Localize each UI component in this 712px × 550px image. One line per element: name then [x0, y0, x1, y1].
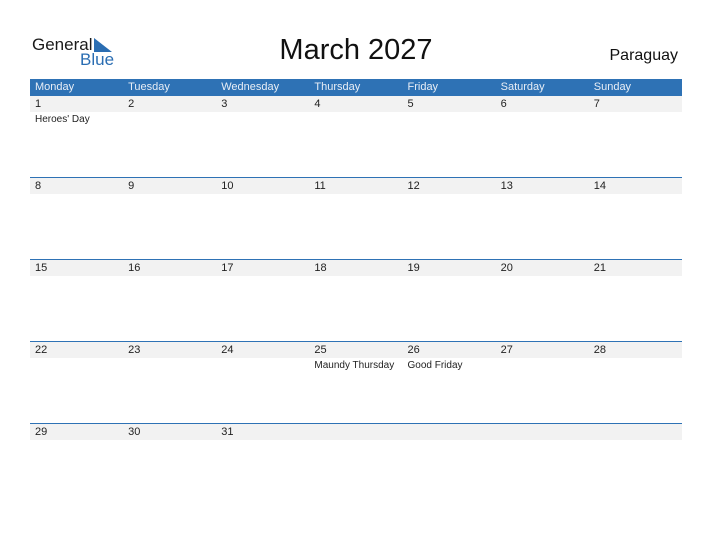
holiday-label: [30, 440, 123, 441]
day-number[interactable]: 28: [589, 342, 682, 358]
holiday-label: [309, 440, 402, 441]
day-number[interactable]: [496, 424, 589, 440]
events-row: [30, 440, 682, 441]
weekday-saturday: Saturday: [500, 81, 545, 93]
holiday-label: Good Friday: [407, 360, 463, 371]
day-number[interactable]: 3: [216, 96, 309, 112]
day-number[interactable]: [309, 424, 402, 440]
date-strip: 8 9 10 11 12 13 14: [30, 178, 682, 194]
week-row: 1 2 3 4 5 6 7 Heroes' Day: [30, 96, 682, 177]
holiday-label: [403, 112, 496, 127]
day-number[interactable]: 31: [216, 424, 309, 440]
holiday-label: [589, 358, 682, 373]
holiday-label: [216, 112, 309, 127]
calendar-page: General Blue March 2027 Paraguay Monday T…: [0, 0, 712, 550]
weekday-tuesday: Tuesday: [128, 81, 170, 93]
week-row: 22 23 24 25 26 27 28 Maundy Thursday Good Friday: [30, 341, 682, 423]
day-number[interactable]: 16: [123, 260, 216, 276]
holiday-label: [216, 276, 309, 277]
events-row: Heroes' Day: [30, 112, 682, 127]
weekday-monday: Monday: [35, 81, 75, 93]
week-row: 15 16 17 18 19 20 21: [30, 259, 682, 341]
holiday-label: [403, 194, 496, 195]
day-number[interactable]: 26: [403, 342, 496, 358]
holiday-label: [403, 440, 496, 441]
day-number[interactable]: 24: [216, 342, 309, 358]
holiday-label: [123, 194, 216, 195]
weekday-friday: Friday: [407, 81, 439, 93]
day-number[interactable]: 29: [30, 424, 123, 440]
date-strip: 22 23 24 25 26 27 28: [30, 342, 682, 358]
holiday-label: [30, 276, 123, 277]
week-row: 8 9 10 11 12 13 14: [30, 177, 682, 259]
holiday-label: [123, 276, 216, 277]
day-number[interactable]: 13: [496, 178, 589, 194]
day-number[interactable]: 23: [123, 342, 216, 358]
day-number[interactable]: 10: [216, 178, 309, 194]
day-number[interactable]: 5: [403, 96, 496, 112]
day-number[interactable]: 17: [216, 260, 309, 276]
day-number[interactable]: 1: [30, 96, 123, 112]
day-number[interactable]: 15: [30, 260, 123, 276]
weekday-header: Monday Tuesday Wednesday Thursday Friday Satu…: [30, 79, 682, 96]
weekday-wednesday: Wednesday: [221, 81, 280, 93]
day-number[interactable]: 6: [496, 96, 589, 112]
day-number[interactable]: 12: [403, 178, 496, 194]
events-row: [30, 194, 682, 195]
day-number[interactable]: 2: [123, 96, 216, 112]
holiday-label: [30, 358, 123, 373]
date-strip: 1234567: [30, 96, 682, 112]
day-number[interactable]: 9: [123, 178, 216, 194]
page-title: March 2027: [279, 34, 433, 66]
holiday-label: [216, 440, 309, 441]
holiday-label: [30, 194, 123, 195]
holiday-label: [589, 112, 682, 127]
day-number[interactable]: [589, 424, 682, 440]
holiday-label: [589, 440, 682, 441]
holiday-label: [309, 194, 402, 195]
weekday-sunday: Sunday: [593, 81, 632, 93]
holiday-label: [309, 112, 402, 127]
holiday-label: [216, 194, 309, 195]
day-number[interactable]: 18: [309, 260, 402, 276]
calendar-grid: Monday Tuesday Wednesday Thursday Friday Satu…: [30, 79, 682, 505]
day-number[interactable]: 22: [30, 342, 123, 358]
date-strip: 29 30 31: [30, 424, 682, 440]
weekday-thursday: Thursday: [314, 81, 361, 93]
holiday-label: [496, 112, 589, 127]
day-number[interactable]: 25: [309, 342, 402, 358]
holiday-label: [309, 276, 402, 277]
holiday-label: [589, 194, 682, 195]
day-number[interactable]: 20: [496, 260, 589, 276]
holiday-label: [216, 358, 309, 373]
events-row: Maundy Thursday Good Friday: [30, 358, 682, 373]
day-number[interactable]: [403, 424, 496, 440]
holiday-label: [123, 358, 216, 373]
date-strip: 15 16 17 18 19 20 21: [30, 260, 682, 276]
holiday-label: [496, 440, 589, 441]
holiday-label: [496, 276, 589, 277]
day-number[interactable]: 21: [589, 260, 682, 276]
holiday-label: Maundy Thursday: [314, 360, 395, 371]
day-number[interactable]: 4: [309, 96, 402, 112]
holiday-label: [589, 276, 682, 277]
day-number[interactable]: 11: [309, 178, 402, 194]
day-number[interactable]: 8: [30, 178, 123, 194]
holiday-label: [496, 194, 589, 195]
holiday-label: [496, 358, 589, 373]
day-number[interactable]: 27: [496, 342, 589, 358]
week-row: 29 30 31: [30, 423, 682, 505]
day-number[interactable]: 7: [589, 96, 682, 112]
holiday-label: [403, 276, 496, 277]
holiday-label: Heroes' Day: [35, 114, 90, 125]
country-label: Paraguay: [609, 47, 679, 64]
day-number[interactable]: 19: [403, 260, 496, 276]
holiday-label: [123, 440, 216, 441]
day-number[interactable]: 30: [123, 424, 216, 440]
holiday-label: [123, 112, 216, 127]
events-row: [30, 276, 682, 277]
day-number[interactable]: 14: [589, 178, 682, 194]
